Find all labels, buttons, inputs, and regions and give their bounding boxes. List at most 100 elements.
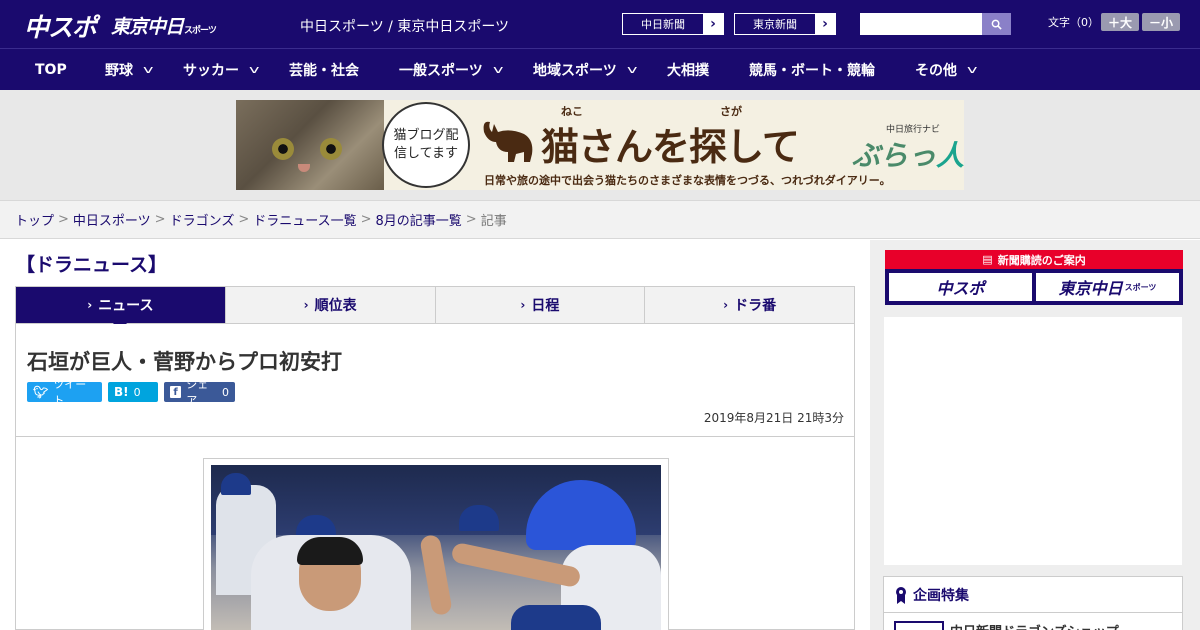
article-photo-frame bbox=[203, 458, 669, 630]
player-cap bbox=[511, 605, 601, 630]
news-tabs: › ニュース › 順位表 › 日程 › ドラ番 bbox=[15, 286, 855, 331]
nav-item-baseball[interactable]: 野球 v bbox=[105, 49, 154, 90]
cat-blog-banner[interactable]: 猫ブログ配信してます ねこ さが 猫さんを探して 中日旅行ナビ ぶらっ人 日常や… bbox=[236, 100, 964, 190]
nav-item-top[interactable]: TOP bbox=[35, 49, 67, 90]
nav-item-soccer[interactable]: サッカー v bbox=[183, 49, 260, 90]
tokyo-logo-main: 東京中日 bbox=[111, 16, 184, 38]
nav-label: サッカー bbox=[183, 62, 239, 79]
chevron-right-icon: › bbox=[723, 298, 729, 312]
player-arm bbox=[419, 533, 453, 617]
banner-area: 猫ブログ配信してます ねこ さが 猫さんを探して 中日旅行ナビ ぶらっ人 日常や… bbox=[0, 90, 1200, 200]
navi-logo: ぶらっ人 bbox=[852, 134, 964, 174]
nav-item-entertainment[interactable]: 芸能・社会 bbox=[289, 49, 359, 90]
tab-news[interactable]: › ニュース bbox=[16, 287, 225, 331]
cat-photo bbox=[236, 100, 384, 190]
breadcrumb-current: 記事 bbox=[480, 214, 507, 229]
tokyo-logo-small: スポーツ bbox=[184, 26, 217, 36]
search-button[interactable] bbox=[982, 13, 1011, 35]
newspaper-icon: ▤ bbox=[982, 253, 993, 266]
tab-reporter[interactable]: › ドラ番 bbox=[644, 287, 854, 323]
feature-thumbnail[interactable] bbox=[894, 621, 944, 630]
subscription-title: 新聞購読のご案内 bbox=[997, 253, 1086, 267]
article: 石垣が巨人・菅野からプロ初安打 🐦︎ ツイート B! 0 f シェア 0 2019年8月… bbox=[15, 324, 855, 630]
tab-label: 順位表 bbox=[314, 298, 357, 314]
chunichi-shimbun-button[interactable]: 中日新聞 › bbox=[622, 13, 724, 35]
nav-item-general-sports[interactable]: 一般スポーツ v bbox=[399, 49, 504, 90]
nav-label: 芸能・社会 bbox=[289, 62, 359, 79]
tab-schedule[interactable]: › 日程 bbox=[434, 287, 645, 323]
breadcrumb-link[interactable]: 8月の記事一覧 bbox=[376, 210, 462, 229]
tweet-label: ツイート bbox=[53, 378, 87, 407]
tweet-button[interactable]: 🐦︎ ツイート bbox=[27, 378, 102, 407]
tokyo-chunichi-logo[interactable]: 東京中日スポーツ bbox=[111, 12, 217, 39]
hatena-bookmark-button[interactable]: B! 0 bbox=[108, 382, 158, 402]
tab-label: 日程 bbox=[531, 298, 560, 314]
ribbon-icon bbox=[896, 586, 906, 604]
nav-label: 競馬・ボート・競輪 bbox=[749, 62, 875, 79]
top-header: 中スポ 東京中日スポーツ 中日スポーツ / 東京中日スポーツ 中日新聞 › 東京… bbox=[0, 0, 1200, 48]
article-photo[interactable] bbox=[211, 465, 661, 630]
subscription-box: ▤ 新聞購読のご案内 中スポ 東京中日 スポーツ bbox=[885, 250, 1183, 305]
chevron-down-icon: v bbox=[143, 63, 154, 76]
nav-item-other[interactable]: その他 v bbox=[915, 49, 977, 90]
search-icon bbox=[991, 19, 1002, 30]
chevron-right-icon: › bbox=[703, 14, 723, 34]
cat-eye bbox=[272, 138, 294, 160]
subscribe-chuspo-button[interactable]: 中スポ bbox=[889, 273, 1032, 301]
article-header: 石垣が巨人・菅野からプロ初安打 🐦︎ ツイート B! 0 f シェア 0 2019年8月… bbox=[16, 324, 854, 437]
facebook-label: シェア bbox=[186, 378, 209, 407]
breadcrumb-link[interactable]: トップ bbox=[15, 210, 54, 229]
breadcrumb-link[interactable]: ドラニュース一覧 bbox=[253, 210, 356, 229]
feature-item-link[interactable]: 中日新聞ドラゴンズショップ bbox=[950, 621, 1119, 630]
breadcrumb-link[interactable]: ドラゴンズ bbox=[170, 210, 235, 229]
breadcrumb-link[interactable]: 中日スポーツ bbox=[73, 210, 151, 229]
tab-standings[interactable]: › 順位表 bbox=[224, 287, 435, 323]
nav-item-sumo[interactable]: 大相撲 bbox=[667, 49, 709, 90]
nav-label: 地域スポーツ bbox=[533, 62, 617, 79]
font-smaller-button[interactable]: －小 bbox=[1142, 13, 1180, 31]
hatena-count: 0 bbox=[133, 385, 141, 399]
nav-label: 大相撲 bbox=[667, 62, 709, 79]
twitter-icon: 🐦︎ bbox=[33, 385, 49, 399]
tab-label: ドラ番 bbox=[734, 298, 777, 314]
search-input[interactable] bbox=[860, 13, 982, 35]
feature-header: 企画特集 bbox=[884, 577, 1182, 613]
subscription-header[interactable]: ▤ 新聞購読のご案内 bbox=[885, 250, 1183, 269]
tab-label: ニュース bbox=[98, 298, 154, 314]
chevron-down-icon: v bbox=[249, 63, 260, 76]
breadcrumb-separator: > bbox=[58, 212, 69, 227]
article-date: 2019年8月21日 21時3分 bbox=[703, 411, 844, 425]
chevron-down-icon: v bbox=[492, 63, 504, 76]
nav-label: 一般スポーツ bbox=[399, 62, 483, 79]
feature-box: 企画特集 中日新聞ドラゴンズショップ bbox=[883, 576, 1183, 630]
chuspo-logo[interactable]: 中スポ bbox=[24, 8, 97, 44]
cat-nose bbox=[298, 164, 310, 172]
player-cap bbox=[459, 505, 499, 531]
nav-item-local-sports[interactable]: 地域スポーツ v bbox=[533, 49, 637, 90]
section-title: 【ドラニュース】 bbox=[16, 254, 168, 276]
sidebar-ad-slot bbox=[883, 316, 1183, 566]
breadcrumb-separator: > bbox=[465, 212, 477, 227]
breadcrumb: トップ > 中日スポーツ > ドラゴンズ > ドラニュース一覧 > 8月の記事一… bbox=[0, 200, 1200, 239]
chevron-right-icon: › bbox=[520, 298, 526, 312]
nav-label: TOP bbox=[35, 61, 67, 78]
site-title: 中日スポーツ / 東京中日スポーツ bbox=[300, 19, 510, 35]
subscribe-tokyo-small: スポーツ bbox=[1124, 282, 1157, 292]
chunichi-shimbun-label: 中日新聞 bbox=[641, 18, 685, 31]
facebook-share-button[interactable]: f シェア 0 bbox=[164, 378, 235, 407]
subscribe-tokyo-chunichi-button[interactable]: 東京中日 スポーツ bbox=[1036, 273, 1179, 301]
chevron-right-icon: › bbox=[87, 298, 93, 312]
nav-label: 野球 bbox=[105, 62, 133, 79]
nav-item-racing[interactable]: 競馬・ボート・競輪 bbox=[749, 49, 875, 90]
breadcrumb-separator: > bbox=[154, 212, 166, 227]
navi-logo-text: ぶらっ bbox=[852, 139, 937, 172]
tokyo-shimbun-button[interactable]: 東京新聞 › bbox=[734, 13, 836, 35]
font-size-label: 文字（0） bbox=[1048, 16, 1099, 29]
main-nav: TOP 野球 v サッカー v 芸能・社会 一般スポーツ v 地域スポーツ v 大相撲 … bbox=[0, 48, 1200, 90]
article-headline: 石垣が巨人・菅野からプロ初安打 bbox=[27, 350, 342, 374]
facebook-count: 0 bbox=[222, 385, 229, 399]
navi-logo-accent: 人 bbox=[936, 139, 964, 172]
chevron-right-icon: › bbox=[303, 298, 309, 312]
cat-eye bbox=[320, 138, 342, 160]
font-larger-button[interactable]: ＋大 bbox=[1101, 13, 1139, 31]
